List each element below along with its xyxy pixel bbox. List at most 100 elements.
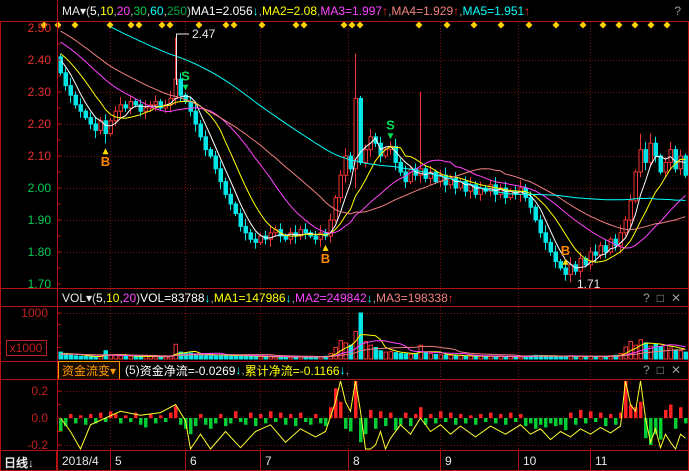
period-selector[interactable]: 日线↓ [4, 454, 34, 471]
flow-bar [84, 418, 88, 425]
event-diamond-icon[interactable] [301, 22, 308, 29]
flow-bar [639, 402, 643, 418]
event-diamond-icon[interactable] [259, 22, 266, 29]
flow-bar [479, 414, 483, 418]
candlestick [394, 146, 398, 162]
candlestick [529, 198, 533, 208]
close-icon[interactable]: ✕ [671, 363, 681, 377]
flow-bar [529, 418, 533, 423]
month-label: 11 [595, 454, 607, 468]
event-diamond-icon[interactable] [223, 22, 230, 29]
event-diamond-icon[interactable] [341, 22, 348, 29]
candlestick [659, 156, 663, 172]
volume-bar [579, 356, 583, 359]
volume-bar [209, 355, 213, 359]
event-diamond-icon[interactable] [526, 22, 533, 29]
event-diamond-icon[interactable] [580, 22, 587, 29]
flow-bar [534, 418, 538, 429]
flow-bar [259, 414, 263, 418]
volume-bar [459, 356, 463, 359]
help-icon[interactable]: ? [643, 363, 650, 377]
volume-bar [204, 355, 208, 359]
candlestick [69, 86, 73, 96]
event-diamond-icon[interactable] [167, 22, 174, 29]
event-diamond-icon[interactable] [416, 22, 423, 29]
event-diamond-icon[interactable] [231, 22, 238, 29]
candlestick [569, 265, 573, 275]
flow-bar [544, 418, 548, 427]
flow-bar [504, 418, 508, 425]
volume-bar [424, 352, 428, 359]
legend-segment: 累计净流=-0.1166 [245, 362, 340, 379]
flow-bar [524, 418, 528, 426]
legend-segment: MA1=147986 [214, 291, 286, 305]
event-diamond-icon[interactable] [471, 22, 478, 29]
event-diamond-icon[interactable] [498, 22, 505, 29]
svg-text:B: B [321, 251, 330, 266]
ma-indicator-dropdown[interactable]: MA▾ [62, 4, 86, 18]
flow-bar [339, 402, 343, 418]
candlestick [684, 156, 688, 175]
flow-bar [229, 418, 233, 423]
candlestick [669, 150, 673, 163]
volume-bar [254, 356, 258, 359]
flow-bar [384, 418, 388, 426]
event-diamond-icon[interactable] [357, 22, 364, 29]
flow-bar [574, 418, 578, 425]
vol-indicator-dropdown[interactable]: VOL▾ [62, 291, 92, 305]
event-diamond-icon[interactable] [128, 22, 135, 29]
event-diamond-icon[interactable] [616, 22, 623, 29]
chart-canvas[interactable]: BSBSB2.471.712.502.402.302.202.102.001.9… [0, 0, 689, 471]
candlestick [524, 188, 528, 198]
close-icon[interactable]: ✕ [671, 291, 681, 305]
candlestick [559, 262, 563, 268]
flow-bar [554, 418, 558, 426]
candlestick [244, 226, 248, 232]
event-diamond-icon[interactable] [664, 22, 671, 29]
volume-legend: VOL▾ (5,10,20) VOL=83788 ↓ ,MA1=147986 ↓… [0, 291, 643, 305]
legend-segment: (5) [125, 363, 140, 377]
event-diamond-icon[interactable] [600, 22, 607, 29]
event-diamond-icon[interactable] [444, 22, 451, 29]
candlestick [84, 111, 88, 117]
event-diamond-icon[interactable] [293, 22, 300, 29]
event-diamond-icon[interactable] [159, 22, 166, 29]
help-icon[interactable]: ? [643, 291, 650, 305]
volume-bar [559, 356, 563, 359]
flow-bar [279, 413, 283, 418]
candlestick [549, 242, 553, 252]
flow-bar [584, 418, 588, 423]
flow-bar [289, 414, 293, 418]
svg-text:0.0: 0.0 [31, 411, 48, 425]
flow-bar [324, 418, 328, 426]
legend-segment: 250 [167, 4, 187, 18]
event-diamond-icon[interactable] [553, 22, 560, 29]
candlestick [129, 102, 133, 108]
flow-bar [209, 418, 213, 429]
month-label: 6 [190, 454, 197, 468]
flow-bar [519, 414, 523, 418]
candlestick [339, 175, 343, 197]
candlestick [64, 73, 68, 86]
event-diamond-icon[interactable] [72, 22, 79, 29]
event-diamond-icon[interactable] [648, 22, 655, 29]
event-diamond-icon[interactable] [632, 22, 639, 29]
candlestick [554, 252, 558, 262]
candlestick [644, 150, 648, 163]
maximize-icon[interactable]: □ [657, 291, 664, 305]
volume-bar [389, 352, 393, 359]
volume-bar [464, 356, 468, 359]
volume-bar [664, 345, 668, 359]
help-icon[interactable]: ? [674, 4, 681, 18]
flow-bar [349, 418, 353, 432]
event-diamond-icon[interactable] [349, 22, 356, 29]
flow-indicator-dropdown[interactable]: 资金流变▾ [58, 361, 120, 379]
legend-segment: MA2=249842 [295, 291, 367, 305]
candlestick [89, 118, 93, 124]
volume-bar [264, 357, 268, 359]
maximize-icon[interactable]: □ [657, 363, 664, 377]
volume-bar [644, 343, 648, 359]
event-diamond-icon[interactable] [136, 22, 143, 29]
volume-bar [439, 355, 443, 359]
svg-text:1000: 1000 [21, 306, 48, 320]
